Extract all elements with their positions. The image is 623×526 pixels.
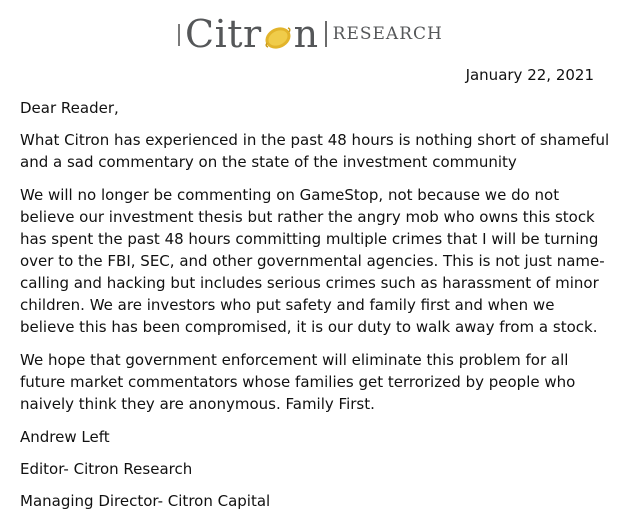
signature-title-director: Managing Director- Citron Capital <box>20 492 271 510</box>
logo-brand-suffix: n <box>293 12 319 56</box>
letter-date: January 22, 2021 <box>465 66 594 84</box>
signature-title-editor: Editor- Citron Research <box>20 460 193 478</box>
paragraph-2: We will no longer be commenting on GameS… <box>20 186 605 336</box>
logo-subtitle: RESEARCH <box>332 24 443 44</box>
signature-name: Andrew Left <box>20 428 110 446</box>
paragraph-3: We hope that government enforcement will… <box>20 351 576 413</box>
paragraph-1: What Citron has experienced in the past … <box>20 131 610 171</box>
salutation: Dear Reader, <box>20 99 119 117</box>
logo-brand-prefix: Citr <box>185 12 262 56</box>
logo-separator <box>324 21 327 47</box>
letter-body: Dear Reader, What Citron has experienced… <box>20 97 610 522</box>
citron-research-logo: Citr n RESEARCH <box>178 8 443 54</box>
lemon-icon <box>265 27 291 49</box>
logo-wordmark: Citr n <box>185 14 319 54</box>
logo-accent-bar <box>178 24 180 46</box>
